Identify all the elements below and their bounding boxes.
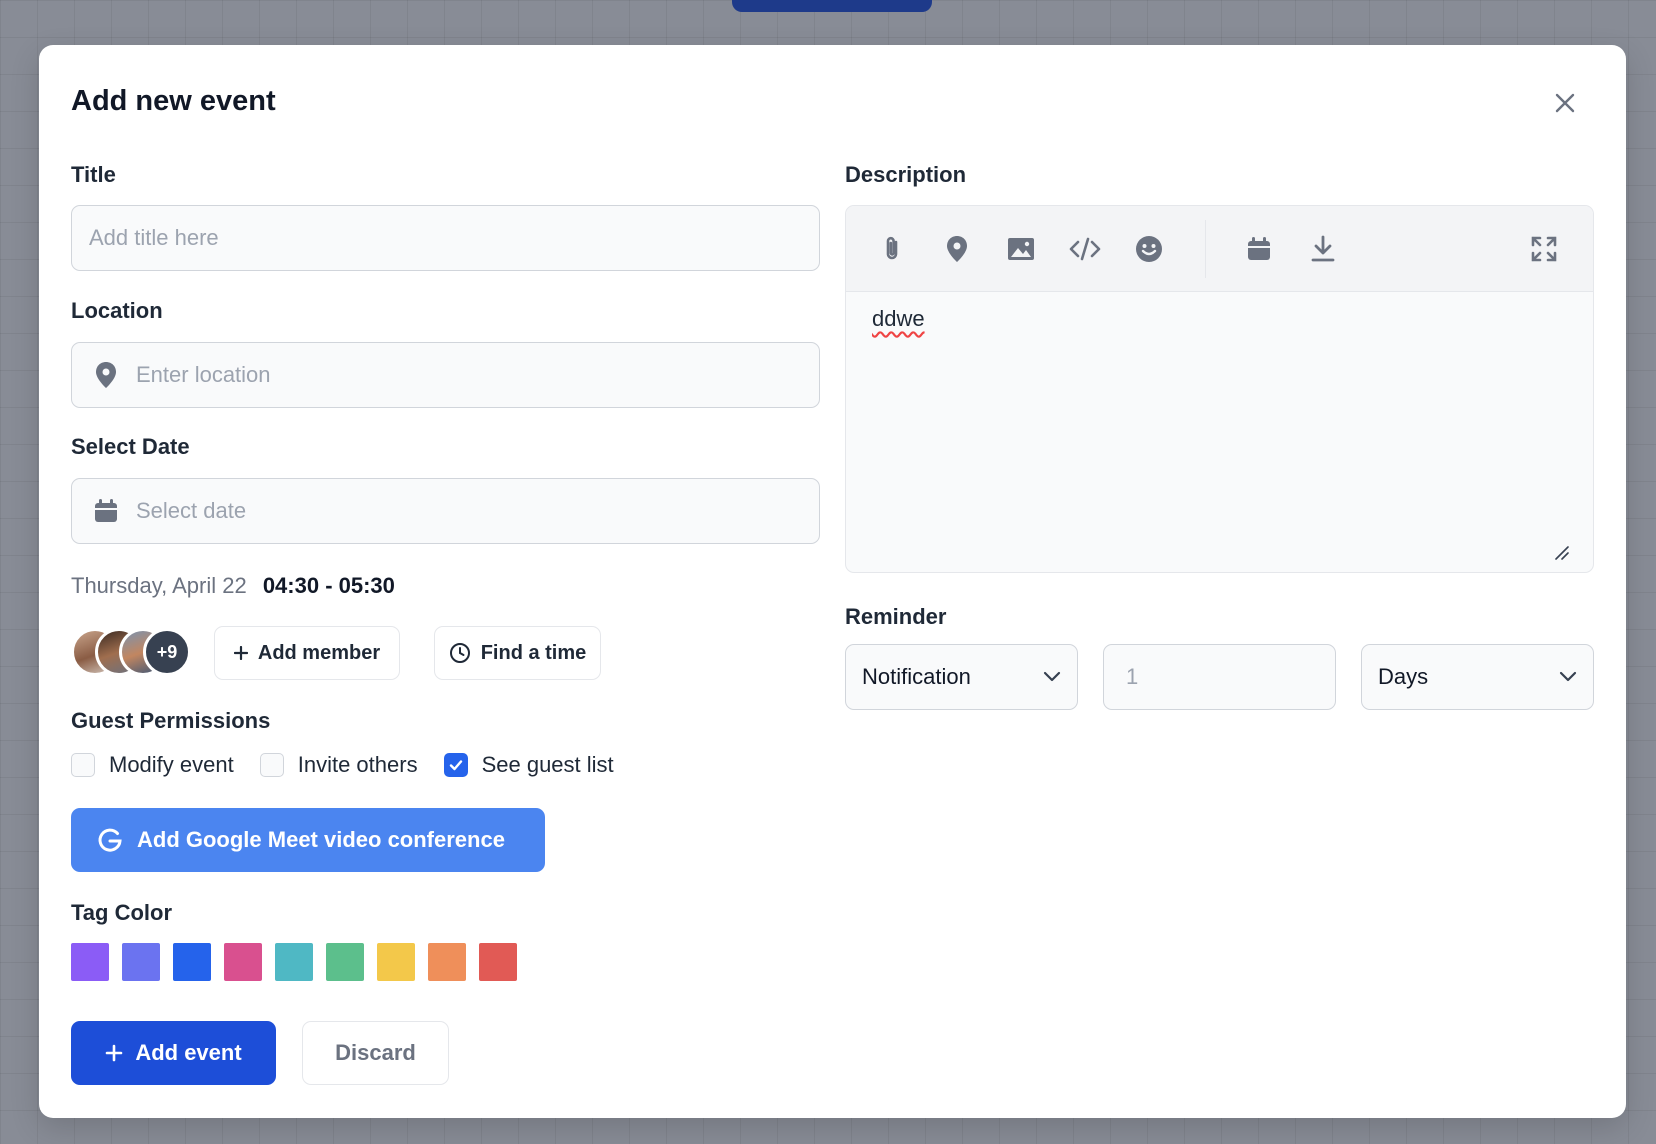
plus-icon xyxy=(106,1044,123,1062)
reminder-unit-select[interactable]: Days xyxy=(1361,644,1594,710)
more-members-badge[interactable]: +9 xyxy=(143,628,191,676)
modify-event-label: Modify event xyxy=(109,752,234,777)
event-day: Thursday, April 22 xyxy=(71,573,247,598)
close-icon xyxy=(1555,93,1575,113)
map-pin-icon xyxy=(92,361,120,389)
checkmark-icon xyxy=(449,760,462,771)
image-icon[interactable] xyxy=(1005,233,1037,265)
add-member-button[interactable]: Add member xyxy=(214,626,400,680)
tag-color-swatch[interactable] xyxy=(173,943,211,981)
chevron-down-icon xyxy=(1043,671,1061,682)
title-placeholder: Add title here xyxy=(89,225,219,250)
tag-color-swatch[interactable] xyxy=(122,943,160,981)
permission-see-guest-list[interactable]: See guest list xyxy=(443,752,614,778)
date-input[interactable]: Select date xyxy=(71,478,820,544)
permission-modify-event[interactable]: Modify event xyxy=(71,752,234,778)
calendar-icon xyxy=(92,497,120,525)
tag-color-label: Tag Color xyxy=(71,900,173,925)
chevron-down-icon xyxy=(1559,671,1577,682)
location-label: Location xyxy=(71,298,163,323)
find-time-button[interactable]: Find a time xyxy=(434,626,601,680)
invite-others-label: Invite others xyxy=(297,752,418,777)
editor-toolbar xyxy=(846,206,1593,292)
emoji-icon[interactable] xyxy=(1133,233,1165,265)
google-meet-label: Add Google Meet video conference xyxy=(137,827,505,852)
map-pin-icon[interactable] xyxy=(941,233,973,265)
google-icon xyxy=(98,828,122,852)
tag-color-swatch[interactable] xyxy=(377,943,415,981)
reminder-label: Reminder xyxy=(845,604,947,629)
description-editor[interactable]: ddwe xyxy=(845,205,1594,573)
date-placeholder: Select date xyxy=(136,498,247,523)
event-time: 04:30 - 05:30 xyxy=(262,573,395,598)
guest-permissions-label: Guest Permissions xyxy=(71,708,271,733)
reminder-amount-placeholder: 1 xyxy=(1126,664,1139,689)
reminder-amount-input[interactable]: 1 xyxy=(1103,644,1336,710)
discard-button[interactable]: Discard xyxy=(302,1021,449,1085)
reminder-unit-value: Days xyxy=(1378,664,1429,689)
reminder-type-select[interactable]: Notification xyxy=(845,644,1078,710)
toolbar-separator xyxy=(1205,220,1206,278)
see-guest-list-label: See guest list xyxy=(481,752,614,777)
paperclip-icon[interactable] xyxy=(877,233,909,265)
download-icon[interactable] xyxy=(1307,233,1339,265)
tag-color-swatch[interactable] xyxy=(71,943,109,981)
close-button[interactable] xyxy=(1549,87,1581,119)
modify-event-checkbox[interactable] xyxy=(71,753,95,777)
clock-icon xyxy=(449,643,470,663)
tag-color-swatch[interactable] xyxy=(428,943,466,981)
tag-color-swatch[interactable] xyxy=(326,943,364,981)
title-input[interactable]: Add title here xyxy=(71,205,820,271)
member-avatars[interactable]: +9 xyxy=(71,628,201,676)
location-placeholder: Enter location xyxy=(136,362,271,387)
add-member-label: Add member xyxy=(257,641,381,664)
date-label: Select Date xyxy=(71,434,190,459)
title-label: Title xyxy=(71,162,116,187)
reminder-type-value: Notification xyxy=(862,664,971,689)
see-guest-list-checkbox[interactable] xyxy=(443,753,468,777)
background-button xyxy=(732,0,932,12)
tag-color-swatches xyxy=(71,943,517,981)
plus-icon xyxy=(233,646,248,660)
add-event-label: Add event xyxy=(135,1040,242,1065)
tag-color-swatch[interactable] xyxy=(224,943,262,981)
guest-permissions: Modify event Invite others See guest lis… xyxy=(71,752,640,778)
invite-others-checkbox[interactable] xyxy=(259,753,284,777)
google-meet-button[interactable]: Add Google Meet video conference xyxy=(71,808,545,872)
description-label: Description xyxy=(845,162,967,187)
event-datetime: Thursday, April 22 04:30 - 05:30 xyxy=(71,573,395,599)
fullscreen-icon[interactable] xyxy=(1528,233,1560,265)
code-icon[interactable] xyxy=(1069,233,1101,265)
description-text[interactable]: ddwe xyxy=(872,306,925,332)
calendar-icon[interactable] xyxy=(1243,233,1275,265)
permission-invite-others[interactable]: Invite others xyxy=(259,752,418,778)
tag-color-swatch[interactable] xyxy=(479,943,517,981)
add-event-modal: Add new event Title Add title here Locat… xyxy=(39,45,1626,1118)
find-time-label: Find a time xyxy=(480,641,587,664)
resize-handle-icon[interactable] xyxy=(1553,544,1569,560)
tag-color-swatch[interactable] xyxy=(275,943,313,981)
location-input[interactable]: Enter location xyxy=(71,342,820,408)
modal-title: Add new event xyxy=(71,85,276,117)
add-event-button[interactable]: Add event xyxy=(71,1021,276,1085)
